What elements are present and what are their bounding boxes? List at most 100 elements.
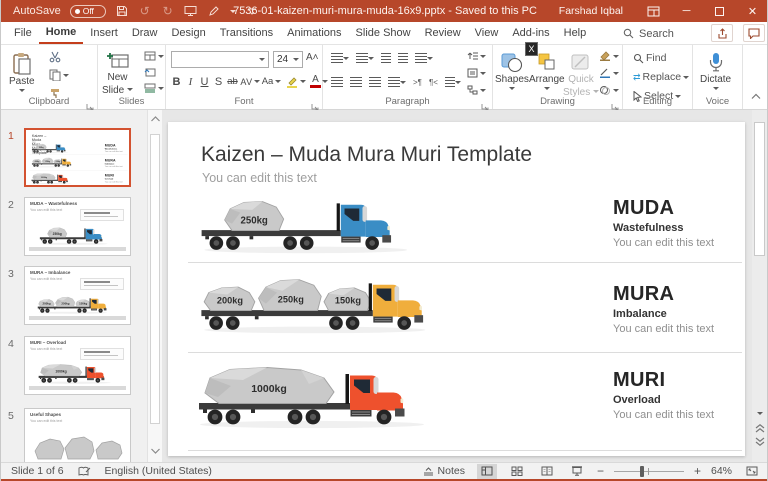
align-right-button[interactable] (369, 77, 381, 87)
highlight-dropdown-icon[interactable] (300, 80, 306, 83)
search-box[interactable]: Search (623, 22, 674, 45)
decrease-indent-button[interactable] (381, 53, 391, 63)
underline-button[interactable]: U (198, 76, 211, 88)
align-left-button[interactable] (331, 77, 343, 87)
drawing-dialog-launcher-icon[interactable] (611, 98, 619, 111)
font-name-combobox[interactable] (171, 51, 269, 68)
line-spacing-button[interactable] (415, 53, 433, 63)
align-text-button[interactable] (465, 67, 488, 79)
tab-view[interactable]: View (468, 22, 506, 44)
text-direction-rtl-icon[interactable]: ¶< (429, 78, 438, 87)
slide-canvas[interactable]: Kaizen – Muda Mura Muri Template You can… (168, 122, 745, 456)
shape-outline-button[interactable] (597, 67, 621, 79)
zoom-slider-thumb[interactable] (639, 465, 644, 477)
autosave-toggle[interactable]: Off (69, 4, 106, 18)
reading-view-button[interactable] (537, 464, 557, 479)
maximize-button[interactable] (703, 0, 736, 22)
tab-draw[interactable]: Draw (125, 22, 165, 44)
slide-title[interactable]: Kaizen – Muda Mura Muri Template (201, 143, 532, 167)
slide-4-thumbnail[interactable]: MURI – Overload You can edit this text 1… (24, 336, 131, 395)
font-color-button[interactable]: A (310, 75, 321, 88)
dictate-button[interactable]: Dictate (700, 48, 731, 90)
canvas-scrollbar[interactable] (752, 110, 767, 462)
slide-show-button[interactable] (567, 464, 587, 479)
shape-fill-button[interactable] (597, 50, 621, 62)
tab-help[interactable]: Help (557, 22, 594, 44)
panel-scroll-down-icon[interactable] (151, 448, 160, 454)
convert-to-smartart-button[interactable] (465, 84, 488, 96)
slide-2-thumbnail[interactable]: MUDA – Wastefulness You can edit this te… (24, 197, 131, 256)
quick-styles-button[interactable]: Quick Styles (563, 48, 600, 99)
muda-text-block[interactable]: MUDA Wastefulness You can edit this text (613, 198, 743, 249)
change-case-dropdown-icon[interactable] (275, 80, 281, 83)
accessibility-check-icon[interactable] (78, 466, 91, 477)
italic-button[interactable]: I (184, 76, 197, 88)
notes-button[interactable]: Notes (421, 464, 467, 478)
tab-add-ins[interactable]: Add-ins (505, 22, 556, 44)
start-presentation-icon[interactable] (184, 4, 198, 18)
truck-muda[interactable]: 250kg (199, 196, 431, 255)
slide-subtitle[interactable]: You can edit this text (202, 171, 317, 185)
tab-design[interactable]: Design (164, 22, 212, 44)
slide-1-thumbnail[interactable]: Kaizen – Muda Mura Muri Template You can… (24, 128, 131, 187)
highlight-color-button[interactable] (286, 76, 299, 88)
redo-icon[interactable]: ↻ (161, 4, 175, 18)
truck-mura[interactable]: 200kg 250kg 150kg (199, 276, 449, 335)
tab-home[interactable]: Home (38, 22, 84, 44)
increase-indent-button[interactable] (398, 53, 408, 63)
tab-file[interactable]: File (7, 22, 39, 44)
change-case-button[interactable]: Aa (261, 76, 274, 87)
slide-5-thumbnail[interactable]: Useful Shapes You can edit this text (24, 408, 131, 462)
reset-slide-button[interactable] (142, 66, 166, 78)
tab-insert[interactable]: Insert (83, 22, 125, 44)
text-direction-ltr-icon[interactable]: >¶ (413, 78, 422, 87)
slide-layout-button[interactable] (142, 50, 166, 62)
muri-text-block[interactable]: MURI Overload You can edit this text (613, 370, 743, 421)
copy-button[interactable] (47, 68, 71, 82)
panel-scroll-up-icon[interactable] (151, 116, 160, 122)
collapse-ribbon-icon[interactable] (751, 87, 761, 105)
panel-scrollbar[interactable] (147, 110, 162, 462)
cut-button[interactable] (47, 50, 71, 64)
tab-review[interactable]: Review (418, 22, 468, 44)
paragraph-dialog-launcher-icon[interactable] (481, 98, 489, 111)
bold-button[interactable]: B (170, 76, 183, 88)
section-button[interactable] (142, 82, 166, 94)
share-button[interactable] (711, 24, 733, 42)
character-spacing-button[interactable]: AV (240, 77, 253, 87)
slide-3-thumbnail[interactable]: MURA – Imbalance You can edit this text … (24, 266, 131, 325)
tab-slide-show[interactable]: Slide Show (349, 22, 418, 44)
next-slide-button[interactable] (755, 437, 765, 446)
user-name[interactable]: Farshad Iqbal (559, 5, 623, 17)
shape-effects-button[interactable] (597, 84, 621, 96)
save-icon[interactable] (115, 4, 129, 18)
undo-icon[interactable]: ↺ (138, 4, 152, 18)
language-status[interactable]: English (United States) (105, 465, 212, 477)
find-button[interactable]: Find (631, 51, 691, 65)
text-direction-button[interactable] (465, 50, 488, 62)
justify-button[interactable] (388, 77, 406, 87)
close-button[interactable]: ✕ (736, 0, 767, 22)
canvas-scrollbar-thumb[interactable] (754, 122, 765, 256)
replace-button[interactable]: ⇄ Replace (631, 70, 691, 84)
align-center-button[interactable] (350, 77, 362, 87)
tab-animations[interactable]: Animations (280, 22, 348, 44)
panel-scrollbar-thumb[interactable] (150, 134, 160, 424)
bullets-button[interactable] (331, 53, 349, 63)
font-dialog-launcher-icon[interactable] (311, 98, 319, 111)
truck-muri[interactable]: 1000kg (197, 366, 447, 430)
zoom-in-button[interactable]: + (694, 464, 701, 478)
zoom-out-button[interactable]: − (597, 464, 604, 478)
comments-button[interactable] (743, 24, 765, 42)
minimize-button[interactable]: ─ (670, 0, 703, 22)
pen-mode-icon[interactable] (207, 4, 221, 18)
fit-slide-to-window-button[interactable] (742, 464, 762, 479)
numbering-button[interactable] (356, 53, 374, 63)
font-size-combobox[interactable]: 24 (273, 51, 303, 68)
new-slide-button[interactable]: New Slide (102, 48, 134, 97)
clipboard-dialog-launcher-icon[interactable] (86, 98, 94, 111)
mura-text-block[interactable]: MURA Imbalance You can edit this text (613, 284, 743, 335)
text-shadow-button[interactable]: S (212, 76, 225, 88)
strikethrough-button[interactable]: ab (226, 76, 239, 87)
scroll-down-icon[interactable] (757, 412, 763, 415)
